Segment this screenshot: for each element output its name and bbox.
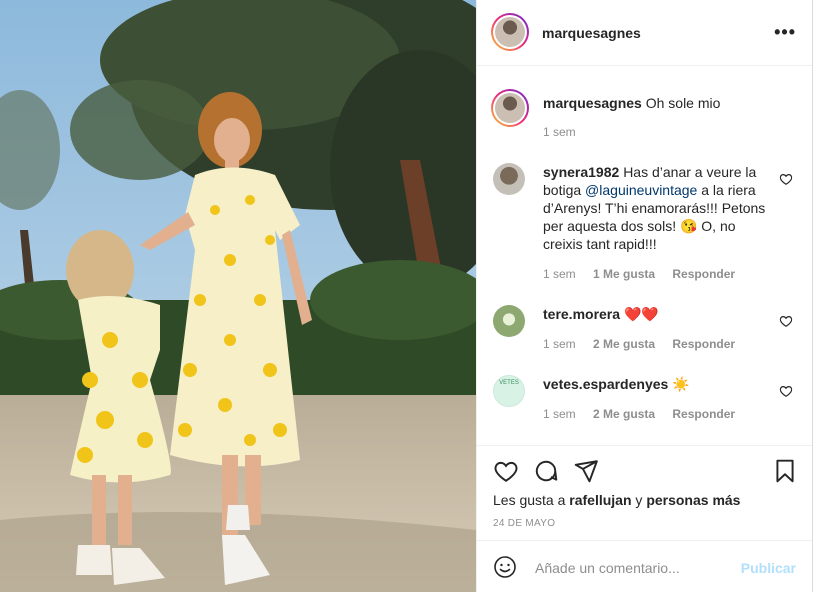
like-comment-heart-icon[interactable] <box>779 314 793 328</box>
comment-text: ❤️❤️ <box>623 306 659 322</box>
likes-summary: Les gusta a rafellujan y personas más <box>493 492 740 508</box>
post-header: marquesagnes ••• <box>477 0 812 66</box>
caption-text: Oh sole mio <box>645 95 721 111</box>
likes-prefix: Les gusta a <box>493 492 570 508</box>
post-actions: Les gusta a rafellujan y personas más 24… <box>477 445 812 541</box>
comment-time[interactable]: 1 sem <box>543 267 576 281</box>
commenter-avatar[interactable]: VETES <box>493 375 525 407</box>
commenter-avatar-text: VETES <box>499 380 519 386</box>
post-photo[interactable] <box>0 0 476 592</box>
comment-body: synera1982 Has d’anar a veure la botiga … <box>543 163 768 253</box>
likes-middle: y <box>631 492 647 508</box>
comment-body: tere.morera ❤️❤️ <box>543 305 768 323</box>
post-sidebar: marquesagnes ••• marquesagnes Oh sole mi… <box>476 0 813 592</box>
author-avatar[interactable] <box>491 13 529 51</box>
caption-username[interactable]: marquesagnes <box>543 95 642 111</box>
share-paper-plane-icon[interactable] <box>573 458 599 484</box>
caption-body: marquesagnes Oh sole mio <box>543 94 768 112</box>
comment-text: ☀️ <box>672 376 690 392</box>
comment-item: synera1982 Has d’anar a veure la botiga … <box>493 163 793 288</box>
comment-meta: 1 sem 1 Me gusta Responder <box>543 267 749 281</box>
comment-bubble-icon[interactable] <box>533 458 559 484</box>
more-horizontal-icon[interactable]: ••• <box>774 22 796 43</box>
comment-item: VETES vetes.espardenyes ☀️ 1 sem 2 Me gu… <box>493 375 793 430</box>
likes-user-link[interactable]: rafellujan <box>569 492 631 508</box>
author-username[interactable]: marquesagnes <box>542 25 641 41</box>
reply-button[interactable]: Responder <box>672 267 735 281</box>
commenter-avatar[interactable] <box>493 305 525 337</box>
comment-body: vetes.espardenyes ☀️ <box>543 375 768 393</box>
reply-button[interactable]: Responder <box>672 407 735 421</box>
comment-item: tere.morera ❤️❤️ 1 sem 2 Me gusta Respon… <box>493 305 793 360</box>
commenter-avatar[interactable] <box>493 163 525 195</box>
like-heart-icon[interactable] <box>493 458 519 484</box>
likes-others-link[interactable]: personas más <box>646 492 740 508</box>
comment-likes[interactable]: 2 Me gusta <box>593 337 655 351</box>
comment-username[interactable]: synera1982 <box>543 164 619 180</box>
emoji-smiley-icon[interactable] <box>493 555 517 579</box>
comment-likes[interactable]: 1 Me gusta <box>593 267 655 281</box>
publish-button[interactable]: Publicar <box>741 560 796 576</box>
comment-meta: 1 sem 2 Me gusta Responder <box>543 407 749 421</box>
bookmark-icon[interactable] <box>772 458 798 484</box>
photo-scene <box>0 0 476 592</box>
caption-meta: 1 sem <box>543 125 590 139</box>
caption: marquesagnes Oh sole mio 1 sem <box>491 89 793 149</box>
comment-username[interactable]: vetes.espardenyes <box>543 376 668 392</box>
add-comment-bar: Publicar <box>477 540 812 593</box>
reply-button[interactable]: Responder <box>672 337 735 351</box>
comment-meta: 1 sem 2 Me gusta Responder <box>543 337 749 351</box>
comment-time[interactable]: 1 sem <box>543 337 576 351</box>
comment-username[interactable]: tere.morera <box>543 306 620 322</box>
like-comment-heart-icon[interactable] <box>779 384 793 398</box>
like-comment-heart-icon[interactable] <box>779 172 793 186</box>
comment-likes[interactable]: 2 Me gusta <box>593 407 655 421</box>
comment-input[interactable] <box>533 551 727 585</box>
caption-time[interactable]: 1 sem <box>543 125 576 139</box>
comment-time[interactable]: 1 sem <box>543 407 576 421</box>
caption-avatar[interactable] <box>491 89 529 127</box>
post-date[interactable]: 24 DE MAYO <box>493 518 555 529</box>
comment-mention-link[interactable]: @laguineuvintage <box>585 182 697 198</box>
